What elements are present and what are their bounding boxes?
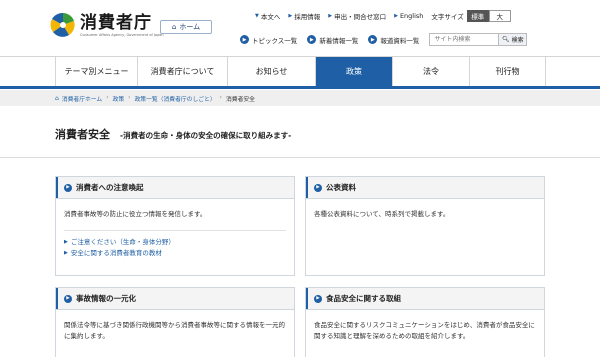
link-recruitment[interactable]: ▶ 採用情報	[288, 11, 320, 21]
breadcrumb-policy[interactable]: 政策	[113, 94, 125, 103]
nav-publications[interactable]: 刊行物	[469, 57, 546, 86]
panel-food-safety: ▶ 食品安全に関する取組 食品安全に関するリスクコミュニケーションをはじめ、消費…	[305, 287, 545, 357]
home-icon: ⌂	[55, 94, 59, 102]
font-size-standard-button[interactable]: 標準	[466, 10, 489, 22]
nav-policy[interactable]: 政策	[315, 57, 392, 86]
logo-title: 消費者庁	[80, 12, 152, 33]
panel-description: 消費者事故等の防止に役立つ情報を発信します。	[64, 210, 207, 218]
arrow-circle-icon: ▶	[64, 294, 72, 303]
panel-title: 公表資料	[326, 183, 356, 192]
arrow-icon: ▶	[64, 250, 68, 256]
search-input[interactable]	[429, 33, 500, 46]
link-english[interactable]: ▶ English	[394, 12, 423, 20]
logo-subtitle: Consumer Affairs Agency, Government of J…	[80, 32, 164, 37]
panel-description: 食品安全に関するリスクコミュニケーションをはじめ、消費者が食品安全に関する知識と…	[314, 321, 535, 340]
panel-links: ▶ ご注意ください（生命・身体分野） ▶ 安全に関する消費者教育の教材	[56, 231, 294, 259]
link-press-list[interactable]: ▶ 報道資料一覧	[368, 35, 419, 45]
global-nav: テーマ別メニュー 消費者庁について お知らせ 政策 法令 刊行物	[0, 56, 600, 89]
logo-mark-icon	[50, 12, 76, 38]
home-button-label: ホーム	[179, 23, 201, 31]
site-logo[interactable]: 消費者庁 Consumer Affairs Agency, Government…	[50, 12, 164, 38]
panel-description: 関係法令等に基づき関係行政機関等から消費者事故等に関する情報を一元的に集約します…	[64, 321, 285, 340]
font-size-label: 文字サイズ	[431, 13, 464, 21]
panel-public-materials: ▶ 公表資料 各種公表資料について、時系列で掲載します。	[305, 176, 545, 276]
utility-links: ▼ 本文へ ▶ 採用情報 ▶ 申出・問合せ窓口 ▶ English 文字サイズ 標準 大	[255, 10, 511, 22]
breadcrumb-separator: ›	[106, 95, 109, 101]
link-skip-to-content[interactable]: ▼ 本文へ	[255, 11, 280, 21]
arrow-icon: ▶	[64, 239, 68, 245]
link-contact[interactable]: ▶ 申出・問合せ窓口	[328, 11, 386, 21]
triangle-icon: ▶	[394, 13, 398, 19]
link-topics-list[interactable]: ▶ トピックス一覧	[240, 35, 297, 45]
home-icon: ⌂	[171, 23, 177, 31]
page-title: 消費者安全	[55, 128, 110, 141]
link-news-list[interactable]: ▶ 新着情報一覧	[307, 35, 358, 45]
nav-laws[interactable]: 法令	[392, 57, 469, 86]
panel-title: 食品安全に関する取組	[326, 294, 401, 303]
panel-title: 消費者への注意喚起	[76, 183, 144, 192]
font-size-large-button[interactable]: 大	[488, 10, 511, 22]
breadcrumb-policy-list[interactable]: 政策一覧（消費者庁のしごと）	[134, 94, 215, 103]
panel-title: 事故情報の一元化	[76, 294, 136, 303]
list-links: ▶トピックス一覧 ▶新着情報一覧 ▶報道資料一覧 🔍︎検索	[240, 33, 528, 46]
search-button[interactable]: 🔍︎ 検索	[499, 33, 528, 46]
breadcrumb-separator: ›	[219, 95, 222, 101]
arrow-circle-icon: ▶	[368, 35, 378, 44]
home-button[interactable]: ⌂ ホーム	[160, 20, 212, 34]
link-safety-education[interactable]: ▶ 安全に関する消費者教育の教材	[64, 248, 286, 259]
link-caution-life-body[interactable]: ▶ ご注意ください（生命・身体分野）	[64, 237, 286, 248]
panel-header[interactable]: ▶ 事故情報の一元化	[56, 288, 294, 310]
triangle-icon: ▶	[288, 13, 293, 19]
panel-consumer-alerts: ▶ 消費者への注意喚起 消費者事故等の防止に役立つ情報を発信します。 ▶ ご注意く…	[55, 176, 295, 276]
panel-header[interactable]: ▶ 消費者への注意喚起	[56, 177, 294, 199]
breadcrumb-separator: ›	[128, 95, 131, 101]
panel-accident-info: ▶ 事故情報の一元化 関係法令等に基づき関係行政機関等から消費者事故等に関する情…	[55, 287, 295, 357]
panel-header[interactable]: ▶ 食品安全に関する取組	[306, 288, 544, 310]
nav-about[interactable]: 消費者庁について	[137, 57, 227, 86]
page-heading: 消費者安全 -消費者の生命・身体の安全の確保に取り組みます-	[55, 126, 291, 142]
arrow-circle-icon: ▶	[240, 35, 249, 44]
breadcrumb-home[interactable]: 消費者庁ホーム	[62, 94, 102, 103]
triangle-icon: ▼	[255, 13, 259, 19]
arrow-circle-icon: ▶	[314, 294, 322, 303]
site-header: 消費者庁 Consumer Affairs Agency, Government…	[0, 0, 600, 56]
page-subtitle: -消費者の生命・身体の安全の確保に取り組みます-	[120, 131, 292, 140]
arrow-circle-icon: ▶	[64, 183, 72, 192]
triangle-icon: ▶	[328, 13, 333, 19]
panel-description: 各種公表資料について、時系列で掲載します。	[314, 210, 450, 218]
panel-header[interactable]: ▶ 公表資料	[306, 177, 544, 199]
arrow-circle-icon: ▶	[307, 35, 317, 44]
search-icon: 🔍︎	[501, 36, 510, 43]
breadcrumb: ⌂ 消費者庁ホーム › 政策 › 政策一覧（消費者庁のしごと） › 消費者安全	[0, 90, 600, 106]
breadcrumb-current: 消費者安全	[225, 96, 255, 103]
title-divider	[0, 157, 600, 158]
nav-theme-menu[interactable]: テーマ別メニュー	[55, 57, 137, 86]
nav-news[interactable]: お知らせ	[227, 57, 315, 86]
arrow-circle-icon: ▶	[314, 183, 322, 192]
